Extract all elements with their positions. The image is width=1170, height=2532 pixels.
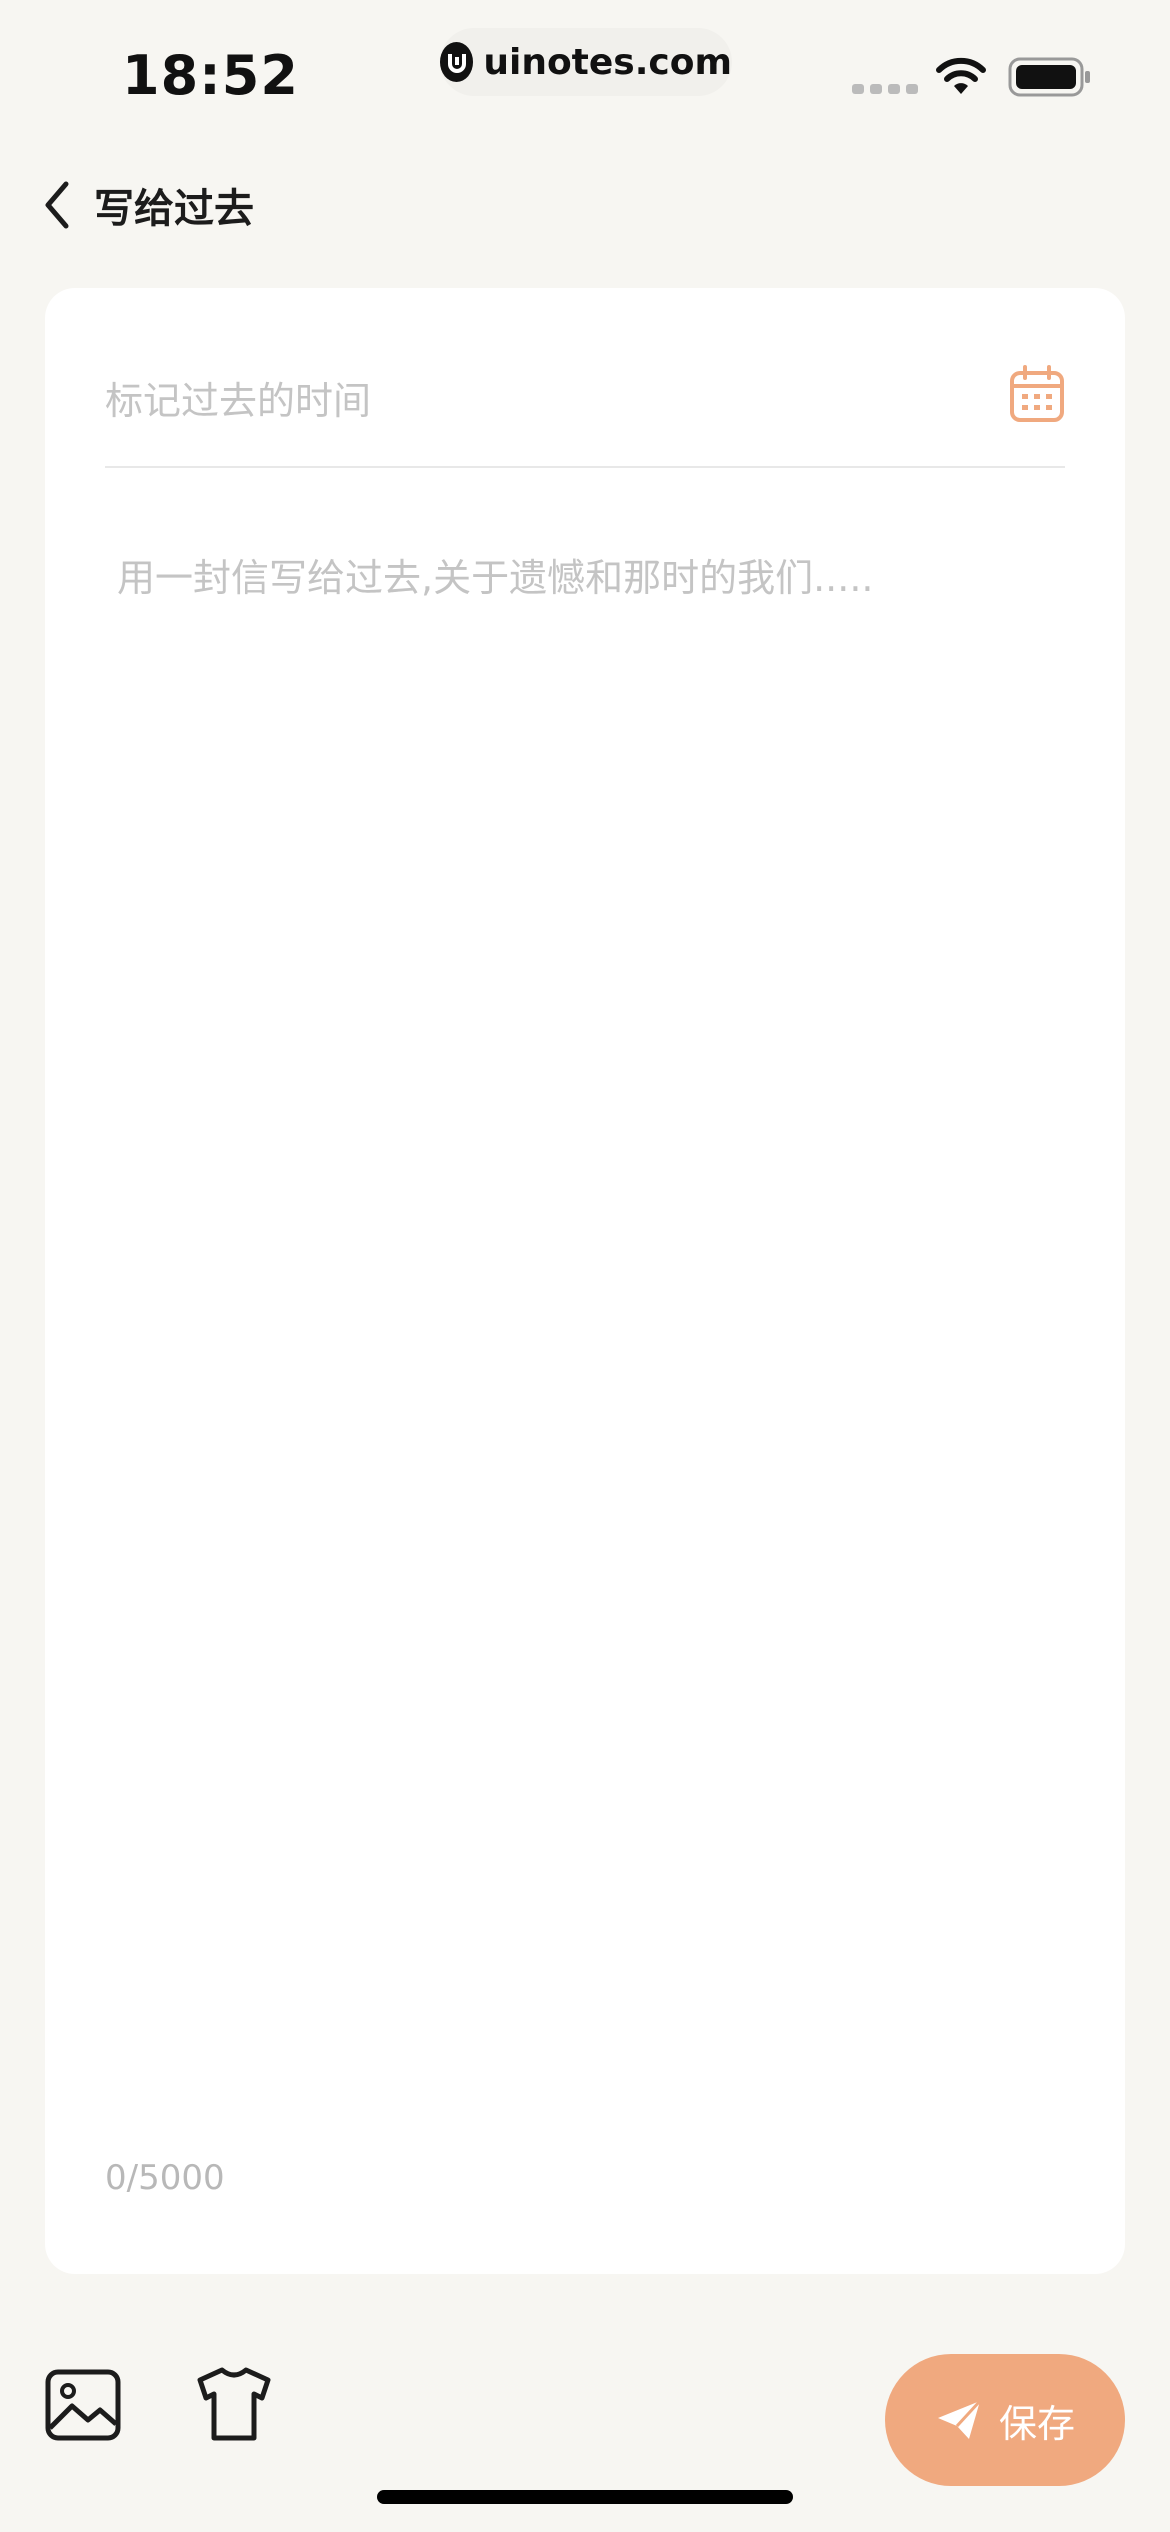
- letter-card: 标记过去的时间 用一封信写给过去,关于遗憾和那时的我们..... 0/5000: [45, 288, 1125, 2274]
- url-text: uinotes.com: [483, 41, 732, 83]
- url-pill[interactable]: uinotes.com: [440, 28, 732, 96]
- save-label: 保存: [998, 2401, 1075, 2446]
- wifi-icon: [935, 56, 987, 100]
- write-to-past-screen: 18:52 uinotes.com 写给过去 标记过去的时间 用一封信写给过去,…: [0, 0, 1170, 2532]
- date-placeholder: 标记过去的时间: [105, 379, 372, 423]
- status-bar: 18:52 uinotes.com: [0, 0, 1170, 150]
- home-indicator: [377, 2490, 793, 2504]
- site-logo-icon: [440, 42, 474, 82]
- send-icon: [937, 2399, 982, 2439]
- save-button[interactable]: 保存: [885, 2354, 1125, 2486]
- back-chevron-icon[interactable]: [40, 175, 80, 235]
- date-picker-row[interactable]: 标记过去的时间: [105, 348, 1065, 468]
- shirt-icon[interactable]: [196, 2366, 272, 2442]
- letter-textarea[interactable]: 用一封信写给过去,关于遗憾和那时的我们.....: [117, 550, 1057, 606]
- battery-icon: [1008, 56, 1092, 102]
- image-icon[interactable]: [44, 2368, 122, 2442]
- calendar-icon[interactable]: [1009, 364, 1065, 424]
- status-time: 18:52: [122, 44, 299, 107]
- page-title: 写给过去: [94, 186, 254, 232]
- nav-bar: 写给过去: [40, 170, 254, 240]
- cellular-signal-icon: [852, 84, 918, 94]
- character-counter: 0/5000: [105, 2158, 225, 2198]
